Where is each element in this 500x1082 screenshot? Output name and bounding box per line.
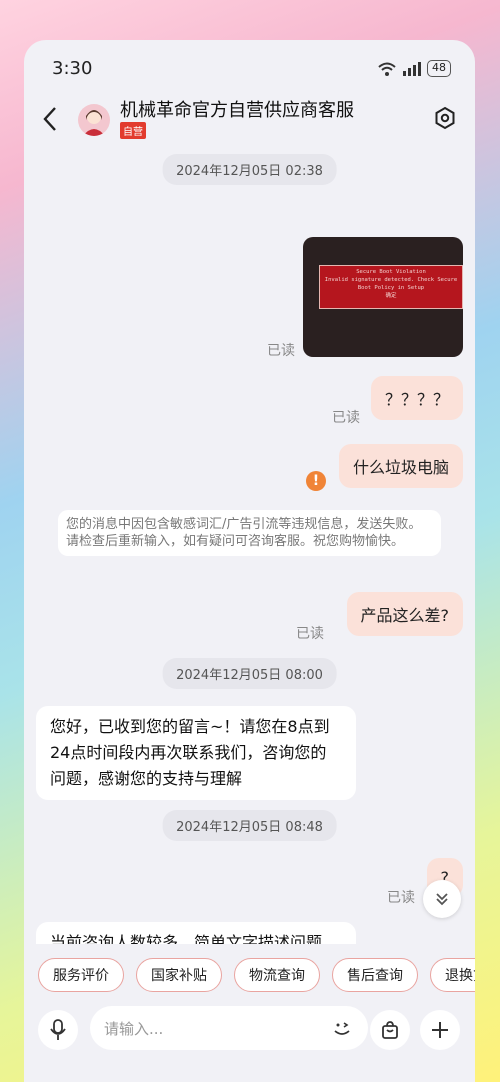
self-operated-badge: 自营 xyxy=(120,122,146,139)
settings-icon[interactable] xyxy=(433,106,457,130)
shopping-bag-icon xyxy=(382,1021,398,1039)
chip-return-exchange[interactable]: 退换货 xyxy=(430,958,475,992)
avatar[interactable] xyxy=(78,104,110,136)
read-status: 已读 xyxy=(296,626,324,642)
service-agent-icon xyxy=(83,110,105,136)
timestamp: 2024年12月05日 08:48 xyxy=(162,810,337,841)
timestamp: 2024年12月05日 08:00 xyxy=(162,658,337,689)
bios-error-screen: Secure Boot Violation Invalid signature … xyxy=(319,265,463,309)
read-status: 已读 xyxy=(387,890,415,906)
phone-screen: 3:30 48 机械革命官方自营供应商客服 自营 2024年12月05日 02:… xyxy=(24,40,475,1082)
message-bubble-received: 当前咨询人数较多，简单文字描述问题，以便尽快为您解答，感谢您的理解和配合，谢谢~ xyxy=(36,922,356,944)
status-time: 3:30 xyxy=(52,58,93,79)
quick-reply-bar: 服务评价 国家补贴 物流查询 售后查询 退换货 xyxy=(38,958,475,992)
bios-ok: 确定 xyxy=(385,293,397,299)
input-bar: 请输入... xyxy=(24,1002,475,1068)
plus-icon xyxy=(432,1022,448,1038)
read-status: 已读 xyxy=(332,410,360,426)
wifi-icon xyxy=(378,62,396,76)
image-message[interactable]: Secure Boot Violation Invalid signature … xyxy=(303,237,463,357)
chip-service-rating[interactable]: 服务评价 xyxy=(38,958,124,992)
scroll-to-bottom-button[interactable] xyxy=(423,880,461,918)
status-icons: 48 xyxy=(377,60,451,77)
chat-header: 机械革命官方自营供应商客服 自营 xyxy=(24,96,475,148)
emoji-icon[interactable] xyxy=(330,1016,354,1040)
bios-text: Invalid signature detected. Check Secure… xyxy=(324,277,458,291)
input-placeholder: 请输入... xyxy=(104,1020,164,1038)
microphone-icon xyxy=(50,1019,66,1040)
message-input[interactable]: 请输入... xyxy=(90,1006,368,1050)
battery-indicator: 48 xyxy=(427,60,451,77)
back-arrow-icon[interactable] xyxy=(42,106,58,132)
chip-after-sales[interactable]: 售后查询 xyxy=(332,958,418,992)
bios-title: Secure Boot Violation xyxy=(356,269,426,275)
more-button[interactable] xyxy=(420,1010,460,1050)
message-bubble-sent: ？？？？ xyxy=(370,376,463,420)
message-bubble-received: 您好，已收到您的留言~！请您在8点到24点时间段内再次联系我们，咨询您的问题，感… xyxy=(36,706,356,800)
signal-icon xyxy=(403,61,421,76)
chat-area[interactable]: 2024年12月05日 02:38 Secure Boot Violation … xyxy=(24,148,475,944)
message-bubble-sent: 产品这么差? xyxy=(346,592,463,636)
chip-national-subsidy[interactable]: 国家补贴 xyxy=(136,958,222,992)
voice-button[interactable] xyxy=(38,1010,78,1050)
shop-title: 机械革命官方自营供应商客服 xyxy=(120,100,354,121)
read-status: 已读 xyxy=(267,343,295,359)
chip-logistics[interactable]: 物流查询 xyxy=(234,958,320,992)
double-chevron-down-icon xyxy=(436,893,448,906)
timestamp: 2024年12月05日 02:38 xyxy=(162,154,337,185)
status-bar: 3:30 48 xyxy=(24,40,475,96)
products-button[interactable] xyxy=(370,1010,410,1050)
message-bubble-failed: 什么垃圾电脑 xyxy=(338,444,463,488)
send-failed-icon[interactable]: ! xyxy=(306,471,326,491)
system-notice: 您的消息中因包含敏感词汇/广告引流等违规信息，发送失败。请检查后重新输入，如有疑… xyxy=(58,510,441,556)
